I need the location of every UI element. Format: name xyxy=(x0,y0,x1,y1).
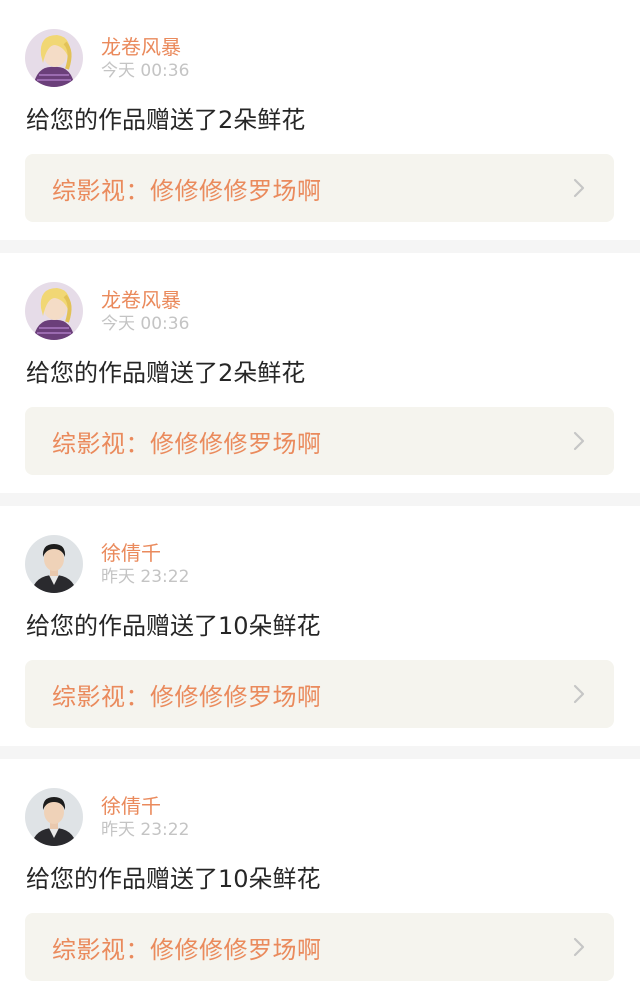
timestamp: 今天 00:36 xyxy=(101,61,190,81)
man-portrait-avatar-icon xyxy=(25,788,83,846)
work-link[interactable]: 综影视：修修修修罗场啊 xyxy=(25,660,614,728)
anime-girl-avatar-icon xyxy=(25,282,83,340)
timestamp: 今天 00:36 xyxy=(101,314,190,334)
divider xyxy=(0,746,640,759)
work-title: 综影视：修修修修罗场啊 xyxy=(52,682,322,711)
chevron-right-icon xyxy=(573,937,585,957)
divider xyxy=(0,493,640,506)
man-portrait-avatar-icon xyxy=(25,535,83,593)
username[interactable]: 徐倩千 xyxy=(101,540,189,566)
notification-card: 龙卷风暴 今天 00:36 给您的作品赠送了2朵鲜花 综影视：修修修修罗场啊 xyxy=(0,253,640,493)
avatar[interactable] xyxy=(25,788,83,846)
avatar[interactable] xyxy=(25,535,83,593)
gift-notification-feed: 龙卷风暴 今天 00:36 给您的作品赠送了2朵鲜花 综影视：修修修修罗场啊 龙… xyxy=(0,0,640,999)
work-link[interactable]: 综影视：修修修修罗场啊 xyxy=(25,913,614,981)
user-row: 徐倩千 昨天 23:22 xyxy=(25,535,189,593)
user-row: 龙卷风暴 今天 00:36 xyxy=(25,29,189,87)
user-meta: 徐倩千 昨天 23:22 xyxy=(101,540,189,588)
username[interactable]: 徐倩千 xyxy=(101,793,189,819)
user-row: 徐倩千 昨天 23:22 xyxy=(25,788,189,846)
notification-card: 龙卷风暴 今天 00:36 给您的作品赠送了2朵鲜花 综影视：修修修修罗场啊 xyxy=(0,0,640,240)
timestamp: 昨天 23:22 xyxy=(101,820,190,840)
username[interactable]: 龙卷风暴 xyxy=(101,34,189,60)
user-meta: 龙卷风暴 今天 00:36 xyxy=(101,287,189,335)
chevron-right-icon xyxy=(573,431,585,451)
work-link[interactable]: 综影视：修修修修罗场啊 xyxy=(25,407,614,475)
avatar[interactable] xyxy=(25,29,83,87)
work-title: 综影视：修修修修罗场啊 xyxy=(52,176,322,205)
user-meta: 徐倩千 昨天 23:22 xyxy=(101,793,189,841)
anime-girl-avatar-icon xyxy=(25,29,83,87)
work-title: 综影视：修修修修罗场啊 xyxy=(52,935,322,964)
work-link[interactable]: 综影视：修修修修罗场啊 xyxy=(25,154,614,222)
avatar[interactable] xyxy=(25,282,83,340)
chevron-right-icon xyxy=(573,178,585,198)
chevron-right-icon xyxy=(573,684,585,704)
gift-message: 给您的作品赠送了2朵鲜花 xyxy=(26,359,306,387)
gift-message: 给您的作品赠送了2朵鲜花 xyxy=(26,106,306,134)
work-title: 综影视：修修修修罗场啊 xyxy=(52,429,322,458)
gift-message: 给您的作品赠送了10朵鲜花 xyxy=(26,612,321,640)
gift-message: 给您的作品赠送了10朵鲜花 xyxy=(26,865,321,893)
timestamp: 昨天 23:22 xyxy=(101,567,190,587)
user-row: 龙卷风暴 今天 00:36 xyxy=(25,282,189,340)
notification-card: 徐倩千 昨天 23:22 给您的作品赠送了10朵鲜花 综影视：修修修修罗场啊 xyxy=(0,759,640,999)
user-meta: 龙卷风暴 今天 00:36 xyxy=(101,34,189,82)
username[interactable]: 龙卷风暴 xyxy=(101,287,189,313)
notification-card: 徐倩千 昨天 23:22 给您的作品赠送了10朵鲜花 综影视：修修修修罗场啊 xyxy=(0,506,640,746)
divider xyxy=(0,240,640,253)
